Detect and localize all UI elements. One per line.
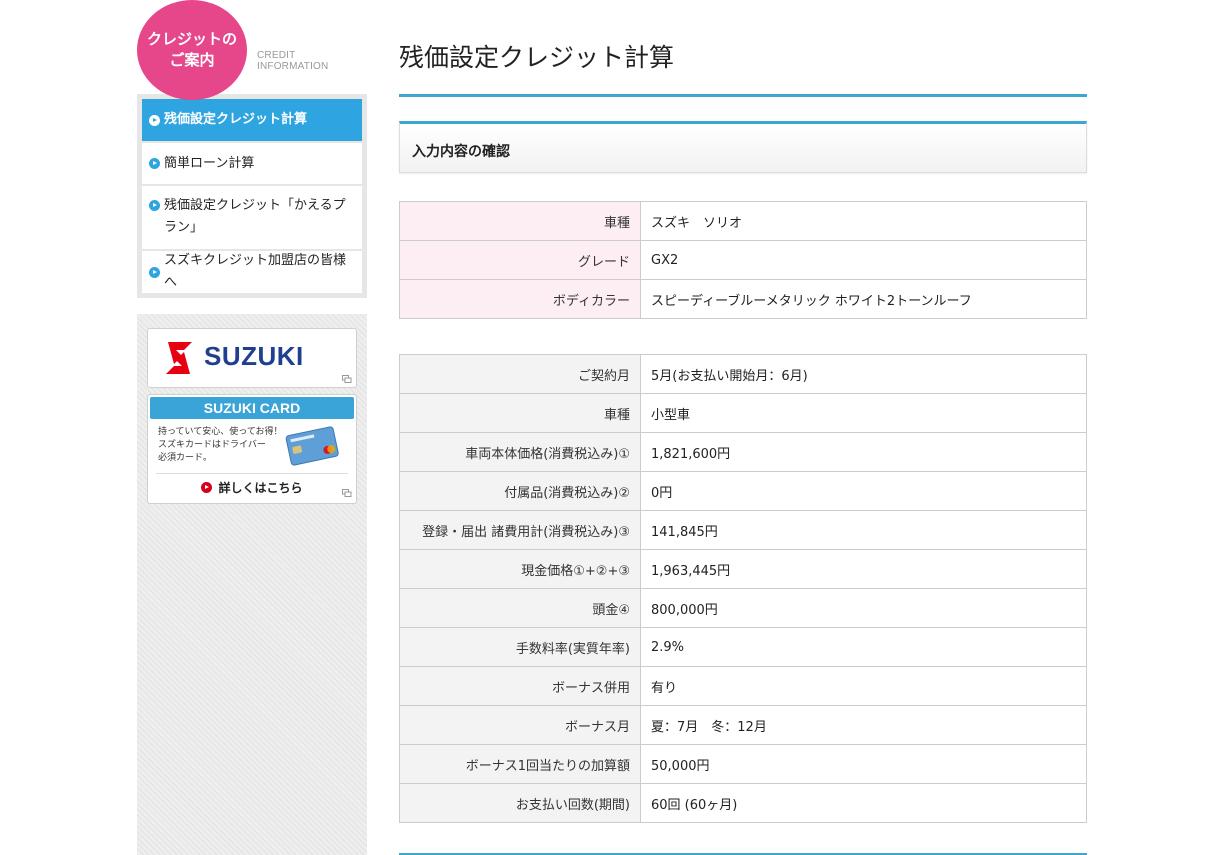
suzuki-card-banner-link[interactable]: SUZUKI CARD 持っていて安心、使ってお得！ スズキカードはドライバー …	[147, 394, 357, 504]
payment-plan-table: ご契約月 5月(お支払い開始月：6月) 車種 小型車 車両本体価格(消費税込み)…	[399, 354, 1087, 823]
row-value: 141,845円	[640, 510, 1087, 550]
row-label: 手数料率(実質年率)	[399, 627, 641, 667]
arrow-bullet-icon	[149, 114, 160, 126]
suzuki-card-title: SUZUKI CARD	[150, 397, 354, 419]
divider	[399, 94, 1087, 97]
arrow-bullet-icon	[149, 266, 160, 278]
row-value: GX2	[640, 240, 1087, 280]
row-value: 0円	[640, 471, 1087, 511]
arrow-bullet-icon	[149, 158, 160, 169]
row-label: 現金価格①+②+③	[399, 549, 641, 589]
table-row: 登録・届出 諸費用計(消費税込み)③ 141,845円	[399, 510, 1087, 550]
suzuki-banner-link[interactable]: SUZUKI	[147, 328, 357, 388]
row-label: ボディカラー	[399, 279, 641, 319]
table-row: ご契約月 5月(お支払い開始月：6月)	[399, 354, 1087, 394]
details-link[interactable]: 詳しくはこちら	[148, 479, 356, 496]
row-label: 車種	[399, 201, 641, 241]
section-heading-label: 入力内容の確認	[412, 144, 510, 160]
table-row: ボーナス1回当たりの加算額 50,000円	[399, 744, 1087, 784]
suzuki-logo-icon	[166, 342, 192, 374]
sidebar-item-residual-credit-calc[interactable]: 残価設定クレジット計算	[142, 99, 362, 141]
divider	[156, 473, 348, 474]
row-value: スピーディーブルーメタリック ホワイト2トーンルーフ	[640, 279, 1087, 319]
banner-area: SUZUKI SUZUKI CARD 持っていて安心、使ってお得！ スズキカード…	[137, 314, 367, 855]
suzuki-logo-text: SUZUKI	[204, 341, 304, 371]
sidebar-item-label: 残価設定クレジット「かえるプラン」	[164, 198, 346, 235]
suzuki-card-description: 持っていて安心、使ってお得！ スズキカードはドライバー 必須カード。	[158, 427, 283, 463]
row-value: 800,000円	[640, 588, 1087, 628]
row-value: 1,963,445円	[640, 549, 1087, 589]
table-row: お支払い回数(期間) 60回 (60ヶ月)	[399, 783, 1087, 823]
credit-information-label: CREDIT INFORMATION	[257, 50, 329, 72]
sidebar-item-kaeru-plan[interactable]: 残価設定クレジット「かえるプラン」	[142, 186, 362, 249]
row-label: ボーナス月	[399, 705, 641, 745]
row-label: 登録・届出 諸費用計(消費税込み)③	[399, 510, 641, 550]
row-value: 夏：7月 冬：12月	[640, 705, 1087, 745]
row-value: スズキ ソリオ	[640, 201, 1087, 241]
table-row: グレード GX2	[399, 240, 1087, 280]
details-link-label: 詳しくはこちら	[218, 481, 303, 495]
vehicle-info-table: 車種 スズキ ソリオ グレード GX2 ボディカラー スピーディーブルーメタリッ…	[399, 201, 1087, 319]
arrow-bullet-icon	[201, 482, 213, 493]
section-heading: 入力内容の確認	[399, 121, 1087, 173]
sidebar-item-label: 簡単ローン計算	[164, 155, 255, 171]
row-value: 2.9%	[640, 627, 1087, 667]
table-row: 手数料率(実質年率) 2.9%	[399, 627, 1087, 667]
table-row: 車種 小型車	[399, 393, 1087, 433]
sidebar-item-label: スズキクレジット加盟店の皆様へ	[164, 253, 347, 290]
row-label: ボーナス併用	[399, 666, 641, 706]
row-label: ボーナス1回当たりの加算額	[399, 744, 641, 784]
table-row: ボーナス併用 有り	[399, 666, 1087, 706]
sidebar-item-label: 残価設定クレジット計算	[164, 112, 308, 127]
row-label: ご契約月	[399, 354, 641, 394]
table-row: 車種 スズキ ソリオ	[399, 201, 1087, 241]
table-row: 頭金④ 800,000円	[399, 588, 1087, 628]
external-link-icon	[342, 489, 352, 497]
row-value: 50,000円	[640, 744, 1087, 784]
row-value: 1,821,600円	[640, 432, 1087, 472]
page-title: 残価設定クレジット計算	[399, 43, 675, 72]
row-label: お支払い回数(期間)	[399, 783, 641, 823]
credit-card-icon	[285, 426, 339, 466]
external-link-icon	[342, 375, 352, 383]
arrow-bullet-icon	[149, 200, 160, 211]
row-value: 小型車	[640, 393, 1087, 433]
row-label: グレード	[399, 240, 641, 280]
sidebar-item-member-stores[interactable]: スズキクレジット加盟店の皆様へ	[142, 251, 362, 293]
credit-guide-badge: クレジットの ご案内	[137, 0, 247, 100]
row-value: 有り	[640, 666, 1087, 706]
row-label: 車両本体価格(消費税込み)①	[399, 432, 641, 472]
row-label: 頭金④	[399, 588, 641, 628]
row-label: 付属品(消費税込み)②	[399, 471, 641, 511]
table-row: ボディカラー スピーディーブルーメタリック ホワイト2トーンルーフ	[399, 279, 1087, 319]
row-value: 60回 (60ヶ月)	[640, 783, 1087, 823]
table-row: 現金価格①+②+③ 1,963,445円	[399, 549, 1087, 589]
sidebar-menu: 残価設定クレジット計算 簡単ローン計算 残価設定クレジット「かえるプラン」 スズ…	[137, 94, 367, 298]
table-row: 付属品(消費税込み)② 0円	[399, 471, 1087, 511]
table-row: ボーナス月 夏：7月 冬：12月	[399, 705, 1087, 745]
row-label: 車種	[399, 393, 641, 433]
table-row: 車両本体価格(消費税込み)① 1,821,600円	[399, 432, 1087, 472]
sidebar-item-simple-loan-calc[interactable]: 簡単ローン計算	[142, 143, 362, 184]
row-value: 5月(お支払い開始月：6月)	[640, 354, 1087, 394]
